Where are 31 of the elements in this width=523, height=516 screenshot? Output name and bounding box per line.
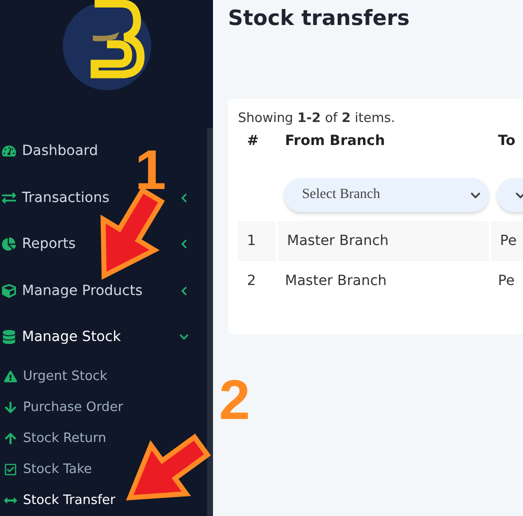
pie-chart-icon [2, 237, 16, 252]
database-icon [2, 330, 16, 344]
summary-text: Showing 1-2 of 2 items. [238, 111, 396, 128]
warning-icon [4, 370, 17, 382]
step-number: 1 [135, 142, 166, 198]
submenu-item[interactable]: Stock Return [0, 422, 112, 454]
column-header: To [497, 133, 516, 151]
branch-select[interactable]: Select Branch [284, 178, 489, 212]
cube-icon [2, 284, 16, 298]
column-header: From Branch [284, 133, 386, 151]
submenu-item[interactable]: Stock Take [0, 454, 98, 484]
submenu-item[interactable]: Purchase Order [0, 392, 130, 422]
sidebar-item[interactable]: Reports [0, 221, 205, 268]
submenu-item[interactable]: Urgent Stock [0, 360, 114, 392]
page-title: Stock transfers [228, 5, 411, 32]
arrows-icon [2, 190, 16, 205]
checkbox-icon [4, 462, 17, 476]
table-cell: Pe [489, 221, 523, 261]
step-number: 2 [219, 372, 250, 428]
column-header: # [246, 133, 260, 151]
caret-icon [470, 190, 481, 200]
table-cell: Master Branch [276, 221, 489, 261]
up-arrow-icon [4, 432, 17, 444]
table-cell: 1 [238, 221, 276, 261]
dashboard-icon [2, 144, 16, 158]
down-arrow-icon [4, 400, 17, 414]
sidebar-item[interactable]: Dashboard [0, 128, 106, 174]
caret-icon [515, 190, 523, 200]
sidebar-item[interactable]: Manage Stock [0, 314, 205, 360]
submenu-item[interactable]: Stock Transfer [0, 484, 122, 516]
sidebar-item[interactable]: Manage Products [0, 268, 205, 314]
